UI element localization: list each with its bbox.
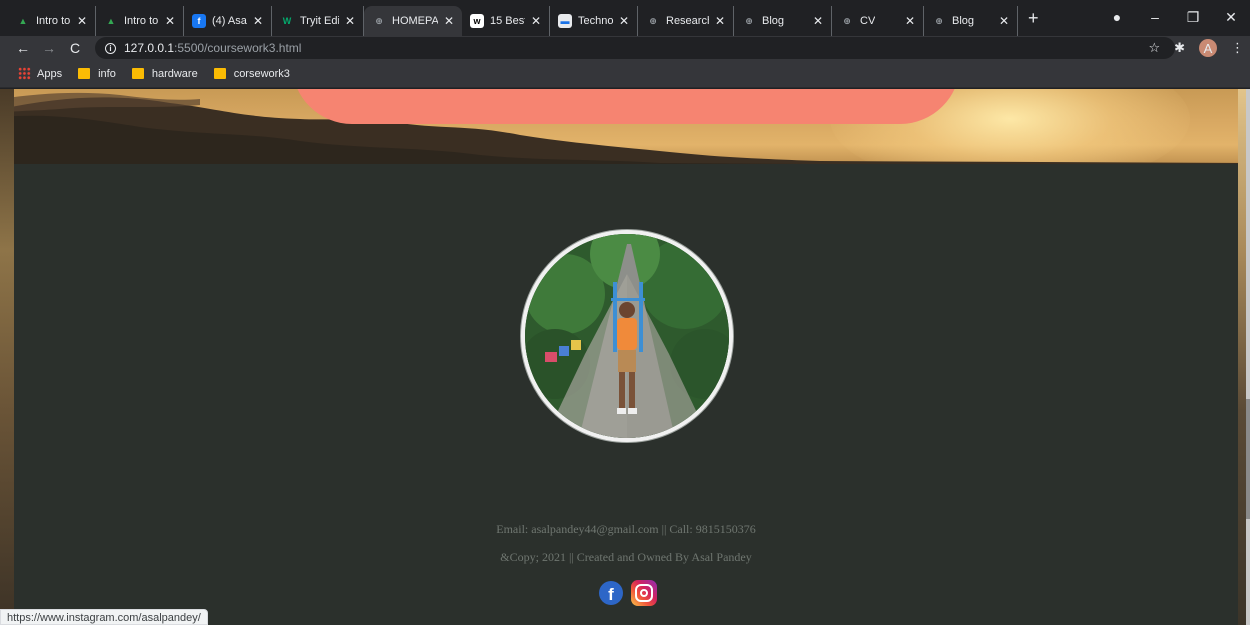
globe-icon: ⊕ bbox=[843, 15, 851, 26]
forward-icon[interactable]: → bbox=[36, 40, 62, 56]
bookmarks-bar: Apps info hardware corsework3 bbox=[0, 60, 1250, 88]
tab-0[interactable]: ▲ Intro to IS ✕ bbox=[8, 6, 96, 36]
tab-close-icon[interactable]: ✕ bbox=[905, 14, 915, 28]
scrollbar-thumb[interactable] bbox=[1246, 399, 1250, 519]
extensions-puzzle-icon[interactable]: ✱ bbox=[1174, 40, 1185, 56]
tab-title: Research bbox=[666, 15, 709, 27]
tab-title: Blog bbox=[762, 15, 785, 27]
bookmark-label: hardware bbox=[151, 67, 198, 80]
globe-icon: ⊕ bbox=[375, 15, 383, 26]
profile-picture bbox=[521, 230, 733, 442]
footer-contact: Email: asalpandey44@gmail.com || Call: 9… bbox=[496, 522, 756, 536]
tab-strip: ▲Intro to IS✕▲Intro to IS✕f(4) Asal P✕WT… bbox=[0, 0, 1250, 36]
page-viewport: Email: asalpandey44@gmail.com || Call: 9… bbox=[0, 89, 1250, 625]
more-menu-icon[interactable]: ⋮ bbox=[1231, 40, 1244, 56]
doc-icon: ▬ bbox=[558, 14, 572, 28]
bookmark-label: info bbox=[98, 67, 116, 80]
profile-menu-icon[interactable]: ● bbox=[1098, 9, 1136, 25]
site-info-icon[interactable]: i bbox=[105, 42, 116, 54]
tab-close-icon[interactable]: ✕ bbox=[77, 14, 87, 28]
bookmark-star-icon[interactable]: ☆ bbox=[1148, 40, 1160, 56]
url-path: :5500/coursework3.html bbox=[174, 41, 302, 55]
tab-title: (4) Asal P bbox=[212, 15, 247, 27]
drive-icon: ▲ bbox=[106, 16, 116, 26]
bookmark-3[interactable]: corsework3 bbox=[213, 67, 290, 80]
restore-icon[interactable]: ❐ bbox=[1174, 9, 1212, 26]
tab-9[interactable]: ⊕ CV ✕ bbox=[832, 6, 924, 36]
back-icon[interactable]: ← bbox=[10, 40, 36, 56]
bridge-photo-illustration bbox=[525, 234, 729, 438]
reload-icon[interactable]: C bbox=[62, 40, 88, 56]
footer-copyright: &Copy; 2021 || Created and Owned By Asal… bbox=[500, 550, 752, 564]
drive-icon: ▲ bbox=[18, 16, 28, 26]
tab-7[interactable]: ⊕ Research ✕ bbox=[638, 6, 734, 36]
tab-close-icon[interactable]: ✕ bbox=[531, 14, 541, 28]
profile-photo bbox=[525, 234, 729, 438]
folder-icon bbox=[131, 68, 144, 79]
instagram-icon[interactable] bbox=[631, 580, 657, 606]
tab-title: HOMEPA bbox=[392, 15, 438, 27]
status-bar-link-preview: https://www.instagram.com/asalpandey/ bbox=[0, 609, 208, 625]
tab-title: Technolo bbox=[578, 15, 613, 27]
tab-close-icon[interactable]: ✕ bbox=[444, 14, 454, 28]
social-links: f bbox=[599, 580, 657, 606]
bookmark-label: Apps bbox=[37, 67, 63, 80]
browser-toolbar: ← → C i 127.0.0.1:5500/coursework3.html … bbox=[0, 36, 1250, 60]
apps-grid-icon bbox=[18, 67, 31, 80]
tab-close-icon[interactable]: ✕ bbox=[813, 14, 823, 28]
tab-close-icon[interactable]: ✕ bbox=[619, 14, 629, 28]
w3schools-icon: W bbox=[282, 16, 292, 26]
tab-close-icon[interactable]: ✕ bbox=[165, 14, 175, 28]
tab-list: ▲Intro to IS✕▲Intro to IS✕f(4) Asal P✕WT… bbox=[0, 0, 1039, 36]
content-panel: Email: asalpandey44@gmail.com || Call: 9… bbox=[14, 164, 1238, 625]
minimize-icon[interactable]: – bbox=[1136, 9, 1174, 25]
tab-close-icon[interactable]: ✕ bbox=[715, 14, 725, 28]
tab-title: Intro to IS bbox=[36, 15, 71, 27]
tab-5[interactable]: w 15 Best P ✕ bbox=[462, 6, 550, 36]
globe-icon: ⊕ bbox=[745, 15, 753, 26]
bookmark-2[interactable]: hardware bbox=[131, 67, 198, 80]
tab-title: Tryit Edito bbox=[300, 15, 339, 27]
background-left-edge bbox=[0, 89, 14, 625]
new-tab-icon[interactable]: + bbox=[1028, 0, 1039, 36]
window-controls: ● – ❐ ✕ bbox=[1098, 0, 1250, 34]
tab-title: CV bbox=[860, 15, 876, 27]
tab-6[interactable]: ▬ Technolo ✕ bbox=[550, 6, 638, 36]
tab-4[interactable]: ⊕ HOMEPA ✕ bbox=[364, 6, 462, 36]
tab-close-icon[interactable]: ✕ bbox=[345, 14, 355, 28]
folder-icon bbox=[78, 68, 91, 79]
tab-title: 15 Best P bbox=[490, 15, 525, 27]
folder-icon bbox=[213, 68, 226, 79]
tab-title: Blog bbox=[952, 15, 975, 27]
tab-2[interactable]: f (4) Asal P ✕ bbox=[184, 6, 272, 36]
accent-header-shape bbox=[292, 89, 960, 124]
url-host: 127.0.0.1 bbox=[124, 41, 175, 55]
tab-title: Intro to IS bbox=[124, 15, 159, 27]
globe-icon: ⊕ bbox=[935, 15, 943, 26]
tab-1[interactable]: ▲ Intro to IS ✕ bbox=[96, 6, 184, 36]
close-window-icon[interactable]: ✕ bbox=[1212, 9, 1250, 26]
toolbar-actions: ☆ ✱ A ⋮ bbox=[1134, 36, 1244, 60]
page-scrollbar[interactable] bbox=[1246, 89, 1250, 625]
facebook-icon[interactable]: f bbox=[599, 581, 623, 605]
bookmark-0[interactable]: Apps bbox=[18, 67, 62, 80]
tab-8[interactable]: ⊕ Blog ✕ bbox=[734, 6, 832, 36]
bookmark-label: corsework3 bbox=[233, 67, 290, 80]
globe-icon: ⊕ bbox=[649, 15, 657, 26]
bookmark-1[interactable]: info bbox=[78, 68, 116, 80]
facebook-icon: f bbox=[192, 14, 206, 28]
tab-10[interactable]: ⊕ Blog ✕ bbox=[924, 6, 1018, 36]
avatar[interactable]: A bbox=[1199, 39, 1217, 57]
wix-icon: w bbox=[470, 14, 484, 28]
tab-3[interactable]: W Tryit Edito ✕ bbox=[272, 6, 364, 36]
tab-close-icon[interactable]: ✕ bbox=[999, 14, 1009, 28]
tab-close-icon[interactable]: ✕ bbox=[253, 14, 263, 28]
address-bar[interactable]: i 127.0.0.1:5500/coursework3.html bbox=[95, 37, 1175, 59]
